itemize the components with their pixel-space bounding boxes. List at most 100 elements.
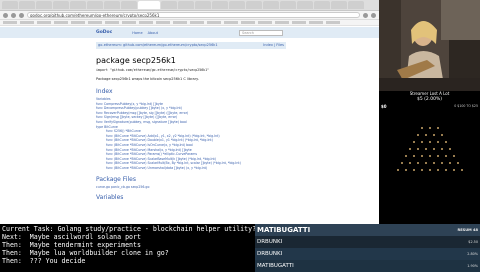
plinko-peg — [405, 169, 407, 171]
terminal-line: Then: ??? You decide — [2, 257, 86, 265]
webcam-feed — [379, 0, 480, 91]
breadcrumb: go-ethereum: github.com/ethereum/go-ethe… — [96, 42, 286, 49]
tab[interactable] — [195, 1, 211, 9]
tab[interactable] — [314, 1, 330, 9]
tab[interactable] — [19, 1, 35, 9]
tab[interactable] — [178, 1, 194, 9]
plinko-peg — [449, 148, 451, 150]
forward-icon[interactable] — [11, 12, 16, 18]
tab-active[interactable] — [138, 1, 160, 9]
plinko-peg — [413, 155, 415, 157]
bookmark[interactable] — [139, 21, 153, 24]
terminal-line: Then: Maybe lua worldbuilder clone in go… — [2, 249, 169, 257]
leaderboard-value: 1.90% — [467, 264, 478, 268]
leaderboard-name: MATIBUGATTI — [257, 226, 311, 234]
leaderboard-value: RESUM 48 — [457, 228, 478, 232]
game-bet-label: 0 $100 TO $25 — [454, 104, 478, 108]
bookmark[interactable] — [275, 21, 289, 24]
tab[interactable] — [121, 1, 137, 9]
bookmark[interactable] — [326, 21, 340, 24]
bookmark[interactable] — [37, 21, 51, 24]
index-list: Variables func CompressPubkey(x, y *big.I… — [96, 97, 286, 171]
tab[interactable] — [297, 1, 313, 9]
game-balance: $0 — [381, 104, 387, 109]
plinko-peg — [445, 169, 447, 171]
tab[interactable] — [2, 1, 18, 9]
tab[interactable] — [87, 1, 103, 9]
menu-icon[interactable] — [371, 12, 376, 18]
tab[interactable] — [212, 1, 228, 9]
bookmark[interactable] — [156, 21, 170, 24]
leaderboard-row: DRBUNKI 2.80% — [255, 248, 480, 260]
bookmark[interactable] — [309, 21, 323, 24]
plinko-peg — [425, 162, 427, 164]
bookmark[interactable] — [122, 21, 136, 24]
plinko-peg — [437, 141, 439, 143]
index-heading: Index — [96, 88, 113, 95]
plinko-peg — [429, 141, 431, 143]
tab[interactable] — [53, 1, 69, 9]
extension-icon[interactable] — [363, 12, 368, 18]
site-logo[interactable]: GoDoc — [96, 30, 112, 35]
bookmarks-bar — [0, 20, 379, 26]
breadcrumb-links[interactable]: Index | Files — [263, 43, 284, 48]
plinko-peg — [409, 162, 411, 164]
leaderboard-name: DRBUNKI — [257, 239, 283, 245]
plinko-peg — [445, 141, 447, 143]
back-icon[interactable] — [3, 12, 8, 18]
plinko-peg — [441, 162, 443, 164]
reload-icon[interactable] — [19, 12, 24, 18]
bookmark[interactable] — [190, 21, 204, 24]
plinko-peg — [433, 148, 435, 150]
package-files[interactable]: curve.go panic_cb.go secp256.go — [96, 185, 286, 189]
game-header: Streamer Lost A Lot $5 (2.00%) $0 0 $100… — [379, 91, 480, 109]
site-header: GoDoc Home About Search — [0, 27, 379, 38]
bookmark[interactable] — [241, 21, 255, 24]
bookmark[interactable] — [207, 21, 221, 24]
leaderboard: MATIBUGATTI RESUM 48 DRBUNKI $2.50 DRBUN… — [255, 224, 480, 272]
bookmark[interactable] — [173, 21, 187, 24]
plinko-peg — [421, 141, 423, 143]
files-heading: Package Files — [96, 175, 136, 183]
plinko-peg — [429, 127, 431, 129]
browser-window: godoc.org/github.com/ethereum/go-ethereu… — [0, 0, 379, 224]
tab[interactable] — [36, 1, 52, 9]
tab[interactable] — [70, 1, 86, 9]
index-sub-item[interactable]: func (BitCurve *BitCurve) Unmarshal(data… — [96, 166, 286, 171]
bookmark[interactable] — [20, 21, 34, 24]
bookmark[interactable] — [88, 21, 102, 24]
plinko-peg — [413, 141, 415, 143]
bookmark[interactable] — [258, 21, 272, 24]
webcam-image — [379, 0, 480, 91]
plinko-peg — [397, 169, 399, 171]
tab[interactable] — [331, 1, 347, 9]
tab[interactable] — [263, 1, 279, 9]
plinko-peg — [405, 155, 407, 157]
plinko-peg — [401, 162, 403, 164]
tab[interactable] — [246, 1, 262, 9]
breadcrumb-path[interactable]: go-ethereum: github.com/ethereum/go-ethe… — [98, 43, 218, 48]
leaderboard-value: $2.50 — [468, 240, 478, 244]
plinko-peg — [433, 162, 435, 164]
bookmark[interactable] — [71, 21, 85, 24]
bookmark[interactable] — [105, 21, 119, 24]
tab[interactable] — [161, 1, 177, 9]
plinko-peg — [441, 134, 443, 136]
tab[interactable] — [348, 1, 364, 9]
package-description: Package secp256k1 wraps the bitcoin secp… — [96, 77, 199, 81]
url-input[interactable]: godoc.org/github.com/ethereum/go-ethereu… — [27, 12, 360, 18]
nav-about-link[interactable]: About — [148, 31, 158, 35]
search-input[interactable]: Search — [239, 29, 283, 36]
bookmark[interactable] — [54, 21, 68, 24]
plinko-peg — [421, 155, 423, 157]
page-title: package secp256k1 — [96, 56, 176, 65]
leaderboard-value: 2.80% — [467, 252, 478, 256]
bookmark[interactable] — [224, 21, 238, 24]
tab[interactable] — [280, 1, 296, 9]
bookmark[interactable] — [3, 21, 17, 24]
tab[interactable] — [229, 1, 245, 9]
bookmark[interactable] — [292, 21, 306, 24]
address-bar: godoc.org/github.com/ethereum/go-ethereu… — [0, 11, 379, 20]
tab[interactable] — [104, 1, 120, 9]
nav-home-link[interactable]: Home — [132, 31, 142, 35]
